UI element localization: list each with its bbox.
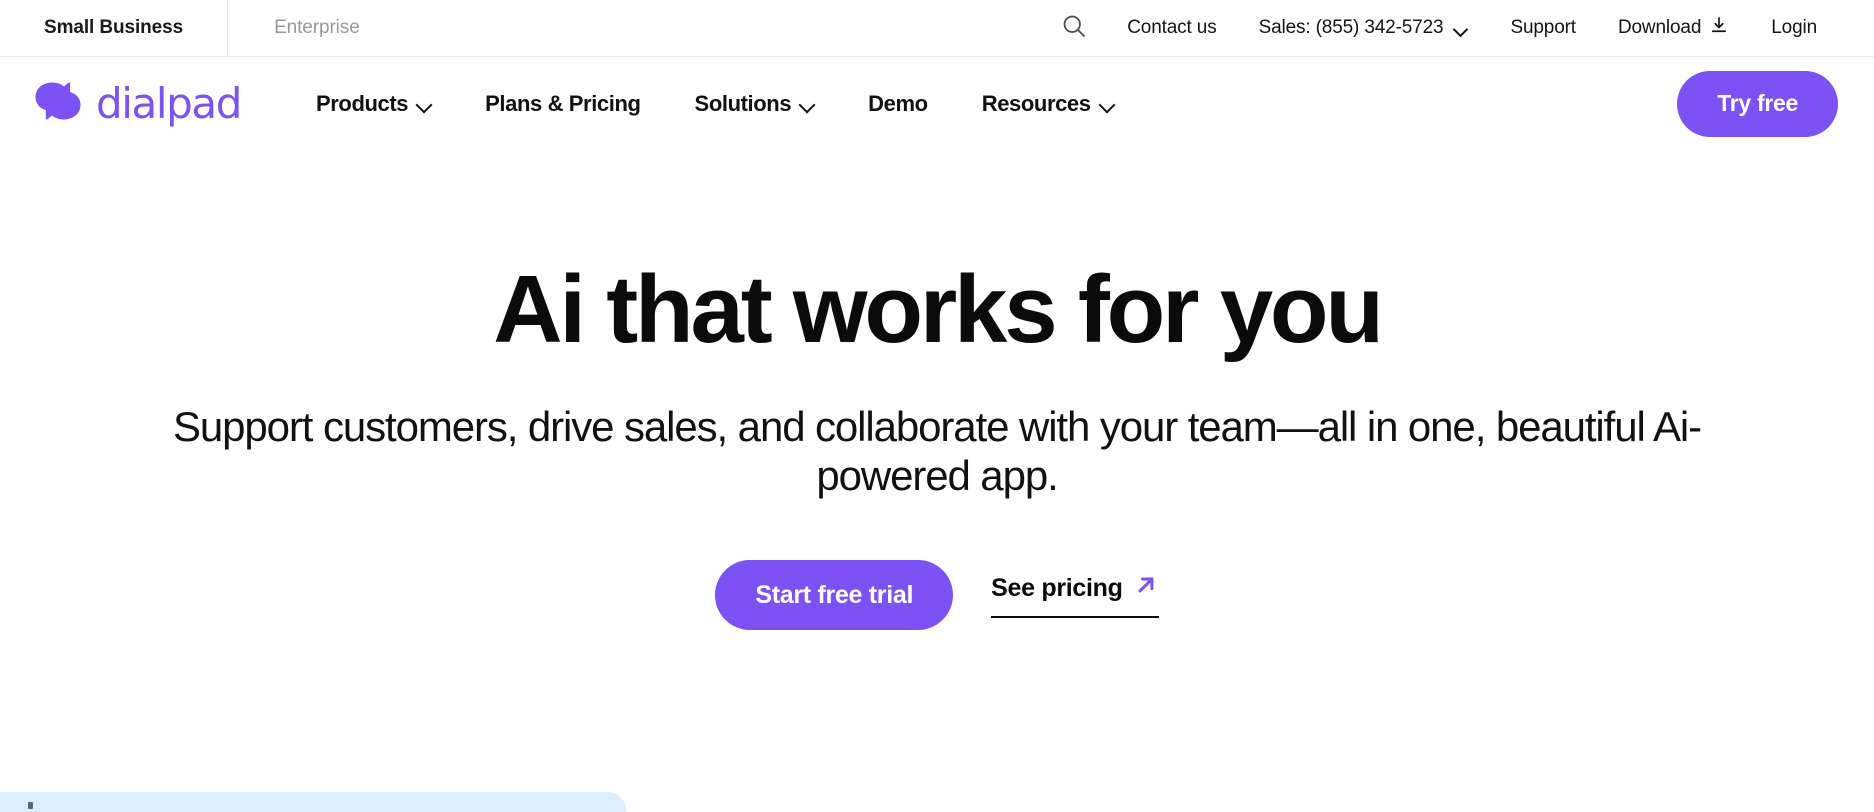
page-title: Ai that works for you [493, 256, 1384, 363]
chevron-down-icon [417, 99, 431, 108]
download-icon [1709, 15, 1729, 41]
nav-item-plans-pricing[interactable]: Plans & Pricing [458, 57, 667, 150]
utility-link-label: Contact us [1127, 17, 1217, 38]
nav-item-solutions[interactable]: Solutions [668, 57, 842, 150]
audience-tab-small-business[interactable]: Small Business [0, 0, 227, 57]
nav-item-label: Resources [981, 90, 1091, 116]
utility-links: Contact us Sales: (855) 342-5723 Support… [1042, 0, 1874, 57]
nav-item-resources[interactable]: Resources [955, 57, 1141, 150]
utility-link-label: Download [1617, 17, 1702, 38]
nav-item-label: Solutions [694, 90, 792, 116]
logo-home-link[interactable]: dialpad [30, 78, 242, 129]
chevron-down-icon [800, 99, 814, 108]
nav-item-demo[interactable]: Demo [841, 57, 955, 150]
hero-cta-group: Start free trial See pricing [0, 560, 1874, 631]
nav-item-label: Demo [868, 90, 928, 116]
utility-link-support[interactable]: Support [1489, 0, 1597, 57]
try-free-button[interactable]: Try free [1677, 70, 1838, 137]
page-root: Small Business Enterprise Contact us Sal [0, 0, 1874, 812]
dialpad-logo-mark-icon [30, 78, 86, 129]
utility-link-login[interactable]: Login [1750, 0, 1838, 57]
logo-wordmark: dialpad [96, 78, 242, 128]
audience-tab-label: Small Business [44, 17, 184, 38]
bottom-content-panel [0, 792, 626, 812]
utility-link-label: Sales: (855) 342-5723 [1258, 17, 1444, 38]
utility-bar: Small Business Enterprise Contact us Sal [0, 0, 1874, 57]
start-free-trial-button[interactable]: Start free trial [715, 560, 954, 631]
nav-item-label: Plans & Pricing [485, 90, 641, 116]
see-pricing-link[interactable]: See pricing [991, 572, 1159, 619]
panel-content-glyph [28, 802, 33, 809]
utility-link-contact-us[interactable]: Contact us [1106, 0, 1237, 57]
arrow-up-right-icon [1133, 572, 1159, 605]
chevron-down-icon [1100, 99, 1114, 108]
nav-items: Products Plans & Pricing Solutions Demo … [289, 57, 1141, 150]
audience-tab-enterprise[interactable]: Enterprise [227, 0, 406, 57]
utility-link-sales-phone[interactable]: Sales: (855) 342-5723 [1238, 0, 1490, 57]
audience-tab-label: Enterprise [274, 17, 360, 38]
utility-link-label: Support [1510, 17, 1576, 38]
nav-item-label: Products [316, 90, 409, 116]
utility-link-label: Login [1771, 17, 1817, 38]
audience-tabs: Small Business Enterprise [0, 0, 406, 57]
main-navigation: dialpad Products Plans & Pricing Solutio… [0, 57, 1874, 150]
nav-item-products[interactable]: Products [289, 57, 458, 150]
hero-section: Ai that works for you Support customers,… [0, 150, 1874, 631]
search-icon [1060, 12, 1088, 45]
search-button[interactable] [1042, 0, 1106, 57]
hero-subtitle: Support customers, drive sales, and coll… [172, 403, 1702, 500]
chevron-down-icon [1454, 24, 1468, 33]
see-pricing-label: See pricing [991, 574, 1123, 603]
utility-link-download[interactable]: Download [1597, 0, 1750, 57]
